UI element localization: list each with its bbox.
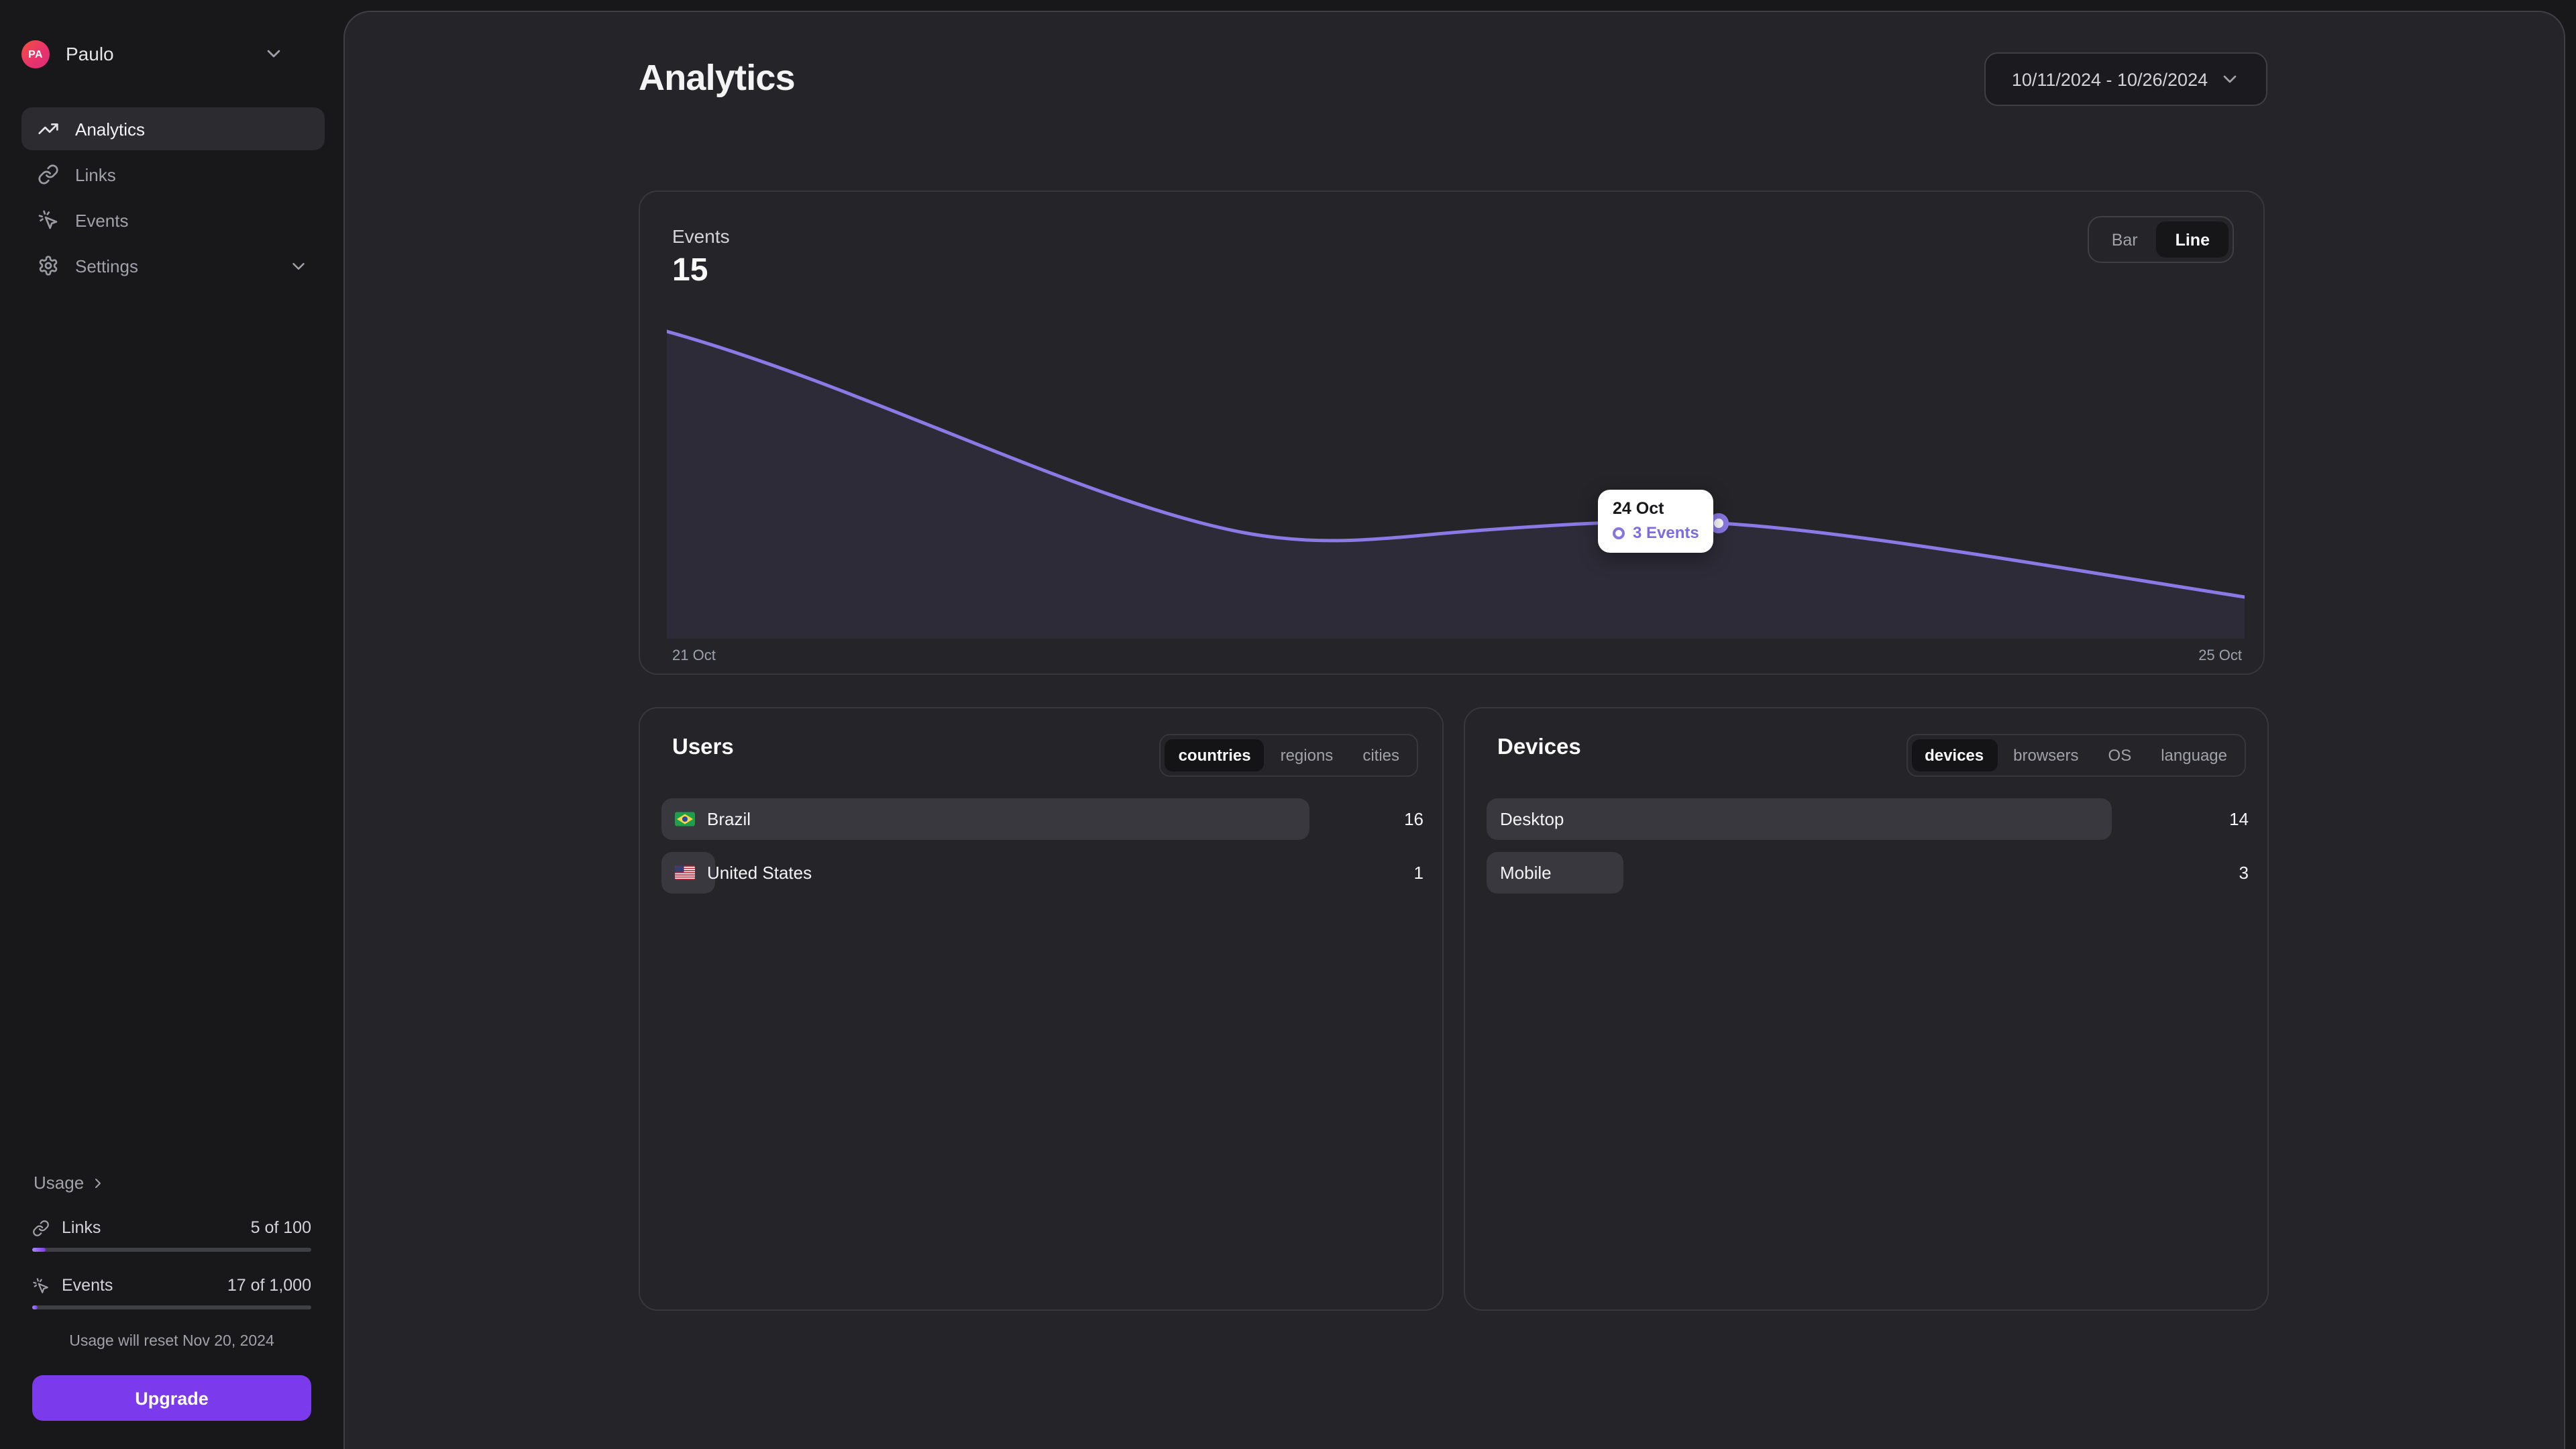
page-title: Analytics xyxy=(639,58,795,99)
tab-cities[interactable]: cities xyxy=(1349,739,1413,771)
table-row[interactable]: Brazil 16 xyxy=(661,798,1424,840)
cursor-click-icon xyxy=(32,1277,50,1294)
chart-tooltip: 24 Oct 3 Events xyxy=(1598,490,1714,553)
highlighted-point xyxy=(1711,516,1726,531)
events-metric-label: Events xyxy=(672,225,730,247)
line-chart-svg xyxy=(667,327,2245,639)
tab-browsers[interactable]: browsers xyxy=(2000,739,2092,771)
devices-rows: Desktop 14 Mobile 3 xyxy=(1487,798,2249,906)
tab-devices[interactable]: devices xyxy=(1911,739,1997,771)
x-axis-end-label: 25 Oct xyxy=(2198,648,2242,664)
meter-label: Events xyxy=(62,1276,227,1295)
users-rows: Brazil 16 United States 1 xyxy=(661,798,1424,906)
sidebar-item-label: Links xyxy=(75,164,116,184)
app-root: PA Paulo Analytics Links xyxy=(0,0,2576,1449)
row-value: 14 xyxy=(2229,798,2249,840)
date-range-picker[interactable]: 10/11/2024 - 10/26/2024 xyxy=(1984,52,2267,106)
row-value: 3 xyxy=(2239,852,2249,894)
x-axis: 21 Oct 25 Oct xyxy=(672,648,2242,664)
link-icon xyxy=(32,1219,50,1236)
row-value: 16 xyxy=(1404,798,1424,840)
chart-type-toggle: Bar Line xyxy=(2088,216,2234,263)
chevron-right-icon xyxy=(89,1175,105,1191)
us-flag-icon xyxy=(675,865,695,880)
sidebar-item-label: Analytics xyxy=(75,119,145,139)
row-label: Desktop xyxy=(1500,809,1564,829)
progress-track xyxy=(32,1248,311,1252)
devices-card: Devices devices browsers OS language Des… xyxy=(1464,707,2269,1311)
gear-icon xyxy=(38,255,59,276)
toggle-line[interactable]: Line xyxy=(2157,221,2229,258)
chevron-down-icon xyxy=(2218,68,2240,90)
sidebar-item-links[interactable]: Links xyxy=(21,153,325,196)
table-row[interactable]: United States 1 xyxy=(661,852,1424,894)
brazil-flag-icon xyxy=(675,812,695,826)
link-icon xyxy=(38,164,59,185)
tab-countries[interactable]: countries xyxy=(1165,739,1265,771)
row-label: United States xyxy=(707,863,812,883)
trending-up-icon xyxy=(38,118,59,140)
events-chart-card: Events 15 Bar Line 24 Oct 3 Events 21 Oc… xyxy=(639,191,2265,675)
avatar: PA xyxy=(21,40,50,68)
chevron-down-icon xyxy=(288,256,309,276)
sidebar: PA Paulo Analytics Links xyxy=(0,0,343,1449)
chevron-down-icon xyxy=(263,43,284,64)
cursor-click-icon xyxy=(38,209,59,231)
toggle-bar[interactable]: Bar xyxy=(2093,221,2157,258)
devices-tabs: devices browsers OS language xyxy=(1906,734,2246,777)
upgrade-button[interactable]: Upgrade xyxy=(32,1375,311,1421)
events-line-chart[interactable]: 24 Oct 3 Events xyxy=(667,327,2245,639)
tooltip-value: 3 Events xyxy=(1633,523,1699,542)
date-range-value: 10/11/2024 - 10/26/2024 xyxy=(2012,69,2208,89)
sidebar-item-label: Settings xyxy=(75,256,138,276)
progress-track xyxy=(32,1305,311,1309)
usage-reset-note: Usage will reset Nov 20, 2024 xyxy=(0,1334,343,1350)
tab-regions[interactable]: regions xyxy=(1267,739,1347,771)
events-total: 15 xyxy=(672,252,708,290)
sidebar-item-analytics[interactable]: Analytics xyxy=(21,107,325,150)
row-value: 1 xyxy=(1414,852,1424,894)
devices-card-title: Devices xyxy=(1497,735,1581,761)
sidebar-item-settings[interactable]: Settings xyxy=(21,244,325,287)
row-label: Mobile xyxy=(1500,863,1552,883)
user-name: Paulo xyxy=(66,43,263,64)
sidebar-item-events[interactable]: Events xyxy=(21,199,325,241)
tooltip-date: 24 Oct xyxy=(1613,499,1699,518)
table-row[interactable]: Mobile 3 xyxy=(1487,852,2249,894)
sidebar-nav: Analytics Links Events Settings xyxy=(21,107,325,290)
users-tabs: countries regions cities xyxy=(1160,734,1418,777)
meter-value: 17 of 1,000 xyxy=(227,1276,311,1295)
circle-icon xyxy=(1613,527,1625,539)
users-card: Users countries regions cities Brazil 16 xyxy=(639,707,1444,1311)
progress-fill xyxy=(32,1248,46,1252)
progress-fill xyxy=(32,1305,38,1309)
table-row[interactable]: Desktop 14 xyxy=(1487,798,2249,840)
tab-os[interactable]: OS xyxy=(2095,739,2145,771)
sidebar-item-label: Events xyxy=(75,210,129,230)
meter-label: Links xyxy=(62,1218,251,1237)
row-label: Brazil xyxy=(707,809,751,829)
users-card-title: Users xyxy=(672,735,734,761)
meter-value: 5 of 100 xyxy=(251,1218,311,1237)
x-axis-start-label: 21 Oct xyxy=(672,648,716,664)
workspace-switcher[interactable]: PA Paulo xyxy=(21,35,322,72)
usage-label: Usage xyxy=(34,1173,84,1193)
events-usage-meter: Events 17 of 1,000 xyxy=(32,1273,311,1309)
tab-language[interactable]: language xyxy=(2147,739,2241,771)
usage-link[interactable]: Usage xyxy=(34,1173,105,1193)
links-usage-meter: Links 5 of 100 xyxy=(32,1216,311,1252)
